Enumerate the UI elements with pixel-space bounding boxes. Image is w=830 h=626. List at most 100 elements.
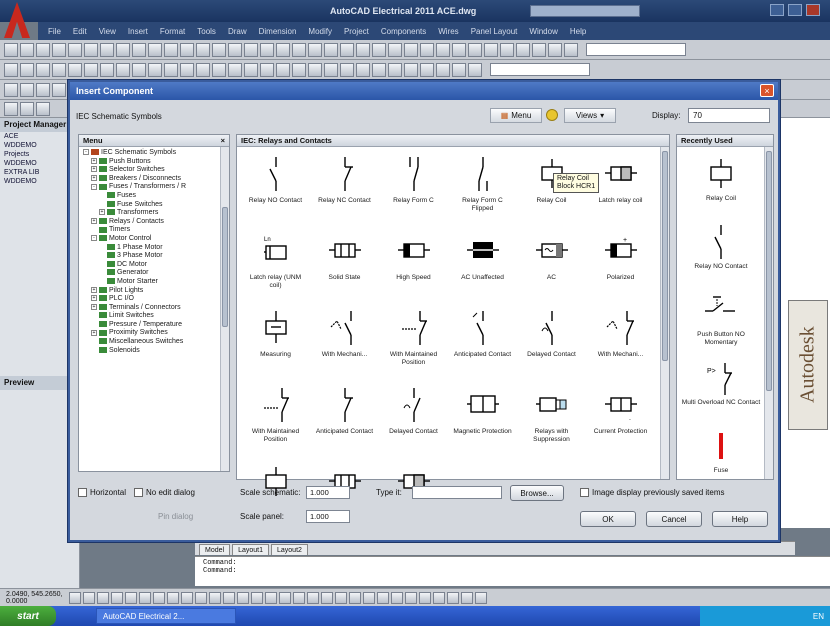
toolbar-tool-icon[interactable] <box>52 62 66 77</box>
tree-item[interactable]: Timers <box>83 226 227 235</box>
toolbar-tool-icon[interactable] <box>180 42 194 57</box>
toolbar-tool-icon[interactable] <box>4 62 18 77</box>
menu-insert[interactable]: Insert <box>128 27 148 36</box>
taskbar-item-autocad[interactable]: AutoCAD Electrical 2... <box>96 608 236 624</box>
symbol-cell[interactable]: With Maintained Position <box>241 382 310 459</box>
menu-tools[interactable]: Tools <box>197 27 216 36</box>
layout-tab[interactable]: Layout2 <box>271 544 308 555</box>
toolbar-tool-icon[interactable] <box>68 42 82 57</box>
toolbar-tool-icon[interactable] <box>260 62 274 77</box>
status-toggle-icon[interactable] <box>391 591 403 604</box>
views-button[interactable]: Views ▾ <box>564 108 616 123</box>
toolbar-tool-icon[interactable] <box>164 42 178 57</box>
status-toggle-icon[interactable] <box>475 591 487 604</box>
toolbar-tool-icon[interactable] <box>404 42 418 57</box>
toolbar-tool-icon[interactable] <box>436 62 450 77</box>
toolbar-tool-icon[interactable] <box>484 42 498 57</box>
toolbar-tool-icon[interactable] <box>548 42 562 57</box>
toolbar-tool-icon[interactable] <box>100 42 114 57</box>
toolbar-tool-icon[interactable] <box>36 42 50 57</box>
symbol-cell[interactable]: AC Unaffected <box>448 228 517 305</box>
symbol-cell[interactable]: With Maintained Position <box>379 305 448 382</box>
symbol-cell[interactable]: Relay NC Contact <box>310 151 379 228</box>
toolbar-tool-icon[interactable] <box>36 62 50 77</box>
status-toggle-icon[interactable] <box>237 591 249 604</box>
menu-help[interactable]: Help <box>570 27 586 36</box>
symbol-cell[interactable]: Anticipated Contact <box>310 382 379 459</box>
tree-item[interactable]: + Proximity Switches <box>83 329 227 338</box>
status-toggle-icon[interactable] <box>209 591 221 604</box>
toolbar-tool-icon[interactable] <box>116 42 130 57</box>
expand-icon[interactable]: - <box>91 183 97 190</box>
image-display-checkbox[interactable] <box>580 488 589 497</box>
toolbar-tool-icon[interactable] <box>164 62 178 77</box>
menu-modify[interactable]: Modify <box>308 27 332 36</box>
toolbar-tool-icon[interactable] <box>324 42 338 57</box>
toolbar-tool-icon[interactable] <box>36 82 50 97</box>
toolbar-tool-icon[interactable] <box>420 42 434 57</box>
status-toggle-icon[interactable] <box>433 591 445 604</box>
status-toggle-icon[interactable] <box>279 591 291 604</box>
toolbar-tool-icon[interactable] <box>260 42 274 57</box>
toolbar-tool-icon[interactable] <box>372 42 386 57</box>
tree-item[interactable]: + Relays / Contacts <box>83 218 227 227</box>
layout-tab[interactable]: Model <box>199 544 231 555</box>
toolbar-tool-icon[interactable] <box>276 42 290 57</box>
toolbar-tool-icon[interactable] <box>532 42 546 57</box>
toolbar-tool-icon[interactable] <box>436 42 450 57</box>
status-toggle-icon[interactable] <box>447 591 459 604</box>
expand-icon[interactable]: + <box>91 303 97 310</box>
dialog-close-button[interactable]: × <box>760 84 774 97</box>
maximize-icon[interactable] <box>788 4 802 16</box>
status-toggle-icon[interactable] <box>321 591 333 604</box>
tree-scrollbar[interactable] <box>220 147 229 471</box>
status-toggle-icon[interactable] <box>69 591 81 604</box>
tree-item[interactable]: 1 Phase Motor <box>83 244 227 253</box>
toolbar-tool-icon[interactable] <box>212 42 226 57</box>
toolbar-tool-icon[interactable] <box>84 62 98 77</box>
status-toggle-icon[interactable] <box>265 591 277 604</box>
close-icon[interactable] <box>806 4 820 16</box>
recent-symbol-cell[interactable]: P> Multi Overload NC Contact <box>681 355 761 423</box>
toolbar-tool-icon[interactable] <box>292 62 306 77</box>
expand-icon[interactable]: + <box>91 157 97 164</box>
tree-item[interactable]: DC Motor <box>83 261 227 270</box>
toolbar-tool-icon[interactable] <box>468 42 482 57</box>
menu-window[interactable]: Window <box>529 27 557 36</box>
layout-tab[interactable]: Layout1 <box>232 544 269 555</box>
toolbar-tool-icon[interactable] <box>308 62 322 77</box>
toolbar-tool-icon[interactable] <box>292 42 306 57</box>
tree-item[interactable]: Generator <box>83 269 227 278</box>
toolbar-tool-icon[interactable] <box>132 42 146 57</box>
toolbar-tool-icon[interactable] <box>20 62 34 77</box>
recent-symbol-cell[interactable]: Relay NO Contact <box>681 219 761 287</box>
expand-icon[interactable]: + <box>91 166 97 173</box>
symbol-cell[interactable]: Delayed Contact <box>517 305 586 382</box>
symbol-cell[interactable]: Measuring <box>241 305 310 382</box>
status-toggle-icon[interactable] <box>195 591 207 604</box>
symbol-cell[interactable]: Relays with Suppression <box>517 382 586 459</box>
toolbar-tool-icon[interactable] <box>196 42 210 57</box>
symbol-cell[interactable]: + Polarized <box>586 228 655 305</box>
toolbar-tool-icon[interactable] <box>452 42 466 57</box>
expand-icon[interactable]: + <box>91 174 97 181</box>
expand-icon[interactable]: - <box>83 149 89 156</box>
symbol-cell[interactable]: Solid State <box>310 228 379 305</box>
symbol-cell[interactable]: Magnetic Protection <box>448 382 517 459</box>
browse-button[interactable]: Browse... <box>510 485 564 501</box>
expand-icon[interactable]: + <box>91 329 97 336</box>
status-toggle-icon[interactable] <box>223 591 235 604</box>
start-button[interactable]: start <box>0 606 56 626</box>
scale-schematic-input[interactable]: 1.000 <box>306 486 350 499</box>
menu-button[interactable]: ▦ Menu <box>490 108 542 123</box>
toolbar-tool-icon[interactable] <box>148 62 162 77</box>
status-toggle-icon[interactable] <box>153 591 165 604</box>
status-toggle-icon[interactable] <box>349 591 361 604</box>
status-toggle-icon[interactable] <box>125 591 137 604</box>
symbol-cell[interactable]: . Current Protection <box>586 382 655 459</box>
status-toggle-icon[interactable] <box>181 591 193 604</box>
recent-symbol-cell[interactable]: Relay Coil <box>681 151 761 219</box>
toolbar-tool-icon[interactable] <box>52 42 66 57</box>
tree-item[interactable]: + Terminals / Connectors <box>83 304 227 313</box>
symbol-cell[interactable]: High Speed <box>379 228 448 305</box>
